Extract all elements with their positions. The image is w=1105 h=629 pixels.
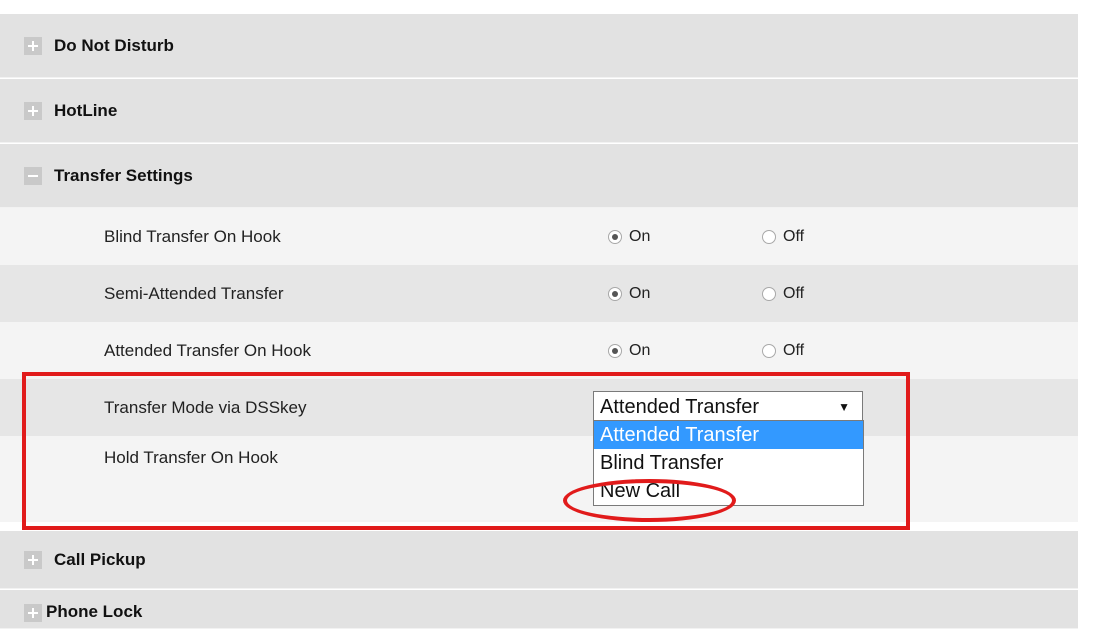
section-title-do-not-disturb: Do Not Disturb <box>54 35 174 55</box>
dropdown-option-blind-transfer[interactable]: Blind Transfer <box>594 449 863 477</box>
radio-label: Off <box>783 284 805 302</box>
setting-label: Blind Transfer On Hook <box>104 226 281 246</box>
radio-on[interactable]: On <box>608 285 650 303</box>
minus-icon[interactable] <box>24 166 42 185</box>
setting-label: Transfer Mode via DSSkey <box>104 397 307 417</box>
radio-unselected-icon[interactable] <box>762 229 776 244</box>
section-call-pickup[interactable]: Call Pickup <box>0 531 1078 589</box>
setting-label: Hold Transfer On Hook <box>104 448 278 467</box>
chevron-down-icon[interactable]: ▼ <box>838 400 850 414</box>
setting-row-hold-transfer-on-hook: Hold Transfer On Hook <box>0 436 1078 522</box>
dropdown-option-new-call[interactable]: New Call <box>594 477 863 505</box>
radio-selected-icon[interactable] <box>608 229 622 244</box>
radio-on[interactable]: On <box>608 342 650 360</box>
section-phone-lock[interactable]: Phone Lock <box>0 590 1078 629</box>
radio-label: On <box>629 341 651 359</box>
radio-unselected-icon[interactable] <box>762 286 776 301</box>
setting-row-transfer-mode-via-dsskey: Transfer Mode via DSSkey Attended Transf… <box>0 379 1078 436</box>
radio-off[interactable]: Off <box>762 285 804 303</box>
transfer-mode-dropdown: Attended Transfer Blind Transfer New Cal… <box>593 420 864 506</box>
radio-label: Off <box>783 227 805 245</box>
setting-label: Semi-Attended Transfer <box>104 283 284 303</box>
plus-icon[interactable] <box>24 101 42 120</box>
select-value: Attended Transfer <box>600 395 759 418</box>
section-hotline[interactable]: HotLine <box>0 79 1078 143</box>
section-title-transfer-settings: Transfer Settings <box>54 165 193 185</box>
radio-selected-icon[interactable] <box>608 286 622 301</box>
radio-off[interactable]: Off <box>762 342 804 360</box>
section-title-phone-lock: Phone Lock <box>46 602 143 621</box>
plus-icon[interactable] <box>24 604 42 622</box>
section-do-not-disturb[interactable]: Do Not Disturb <box>0 14 1078 78</box>
setting-row-attended-transfer-on-hook: Attended Transfer On Hook On Off <box>0 322 1078 379</box>
plus-icon[interactable] <box>24 36 42 55</box>
radio-label: Off <box>783 341 805 359</box>
setting-row-semi-attended-transfer: Semi-Attended Transfer On Off <box>0 265 1078 322</box>
dropdown-option-attended-transfer[interactable]: Attended Transfer <box>594 421 863 449</box>
plus-icon[interactable] <box>24 550 42 569</box>
setting-row-blind-transfer-on-hook: Blind Transfer On Hook On Off <box>0 208 1078 265</box>
setting-label: Attended Transfer On Hook <box>104 340 311 360</box>
radio-unselected-icon[interactable] <box>762 343 776 358</box>
radio-off[interactable]: Off <box>762 228 804 246</box>
section-transfer-settings[interactable]: Transfer Settings <box>0 144 1078 208</box>
transfer-mode-select[interactable]: Attended Transfer ▼ <box>593 391 863 423</box>
radio-on[interactable]: On <box>608 228 650 246</box>
section-title-call-pickup: Call Pickup <box>54 549 146 569</box>
section-title-hotline: HotLine <box>54 100 118 120</box>
radio-label: On <box>629 284 651 302</box>
radio-selected-icon[interactable] <box>608 343 622 358</box>
radio-label: On <box>629 227 651 245</box>
